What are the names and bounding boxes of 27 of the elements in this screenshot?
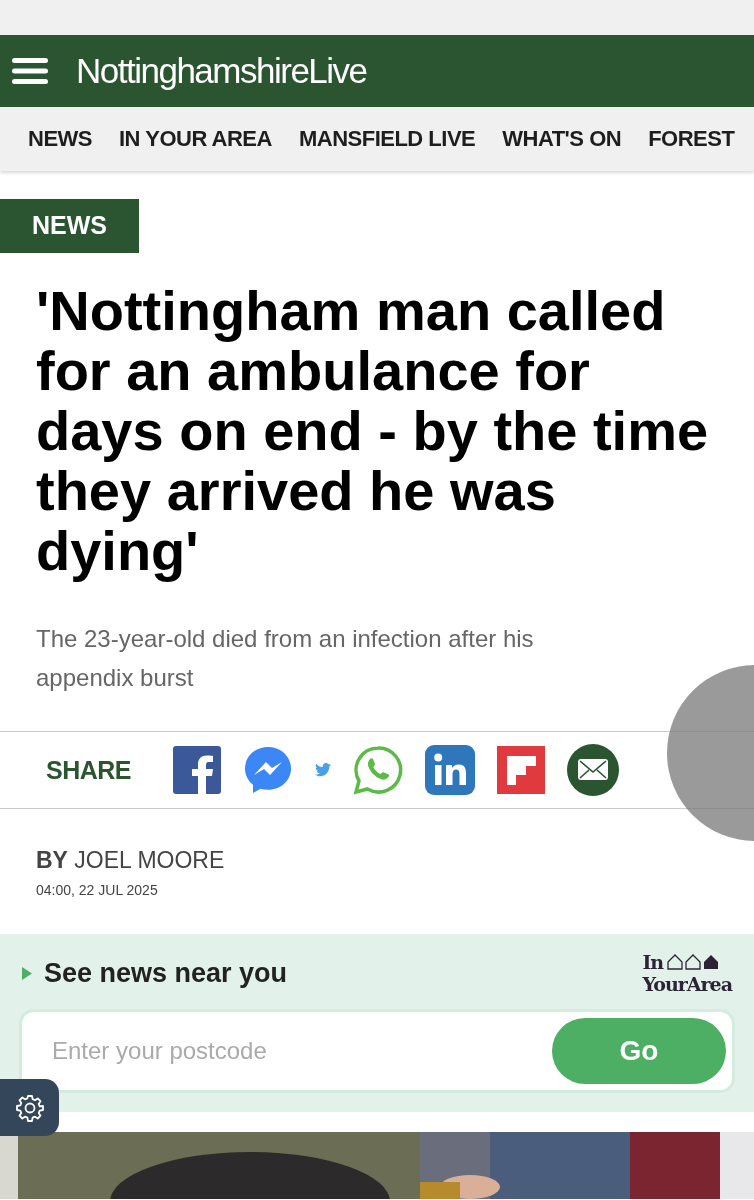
headline: 'Nottingham man called for an ambulance for days on end - by the time they arrived he was dying': [36, 281, 710, 581]
settings-button[interactable]: [0, 1079, 59, 1136]
share-label: SHARE: [46, 755, 131, 785]
houses-icon: [667, 954, 720, 970]
nav-link[interactable]: MANSFIELD LIVE: [298, 126, 476, 152]
whatsapp-icon[interactable]: [353, 745, 403, 795]
author-byline: BY JOEL MOORE: [36, 847, 226, 874]
logo-text: In: [642, 951, 664, 973]
panel-title: See news near you: [44, 957, 289, 989]
settings-icon: [15, 1093, 44, 1122]
section-tag[interactable]: NEWS: [0, 199, 139, 253]
linkedin-icon[interactable]: [425, 745, 475, 795]
logo-text: YourArea: [642, 973, 732, 995]
bird-icon[interactable]: [315, 763, 331, 777]
nav-link[interactable]: WHAT'S ON: [502, 126, 622, 152]
nav-link[interactable]: FOREST: [648, 126, 735, 152]
triangle-icon: [22, 966, 32, 980]
nav-link[interactable]: NEWS: [28, 126, 92, 152]
site-logo[interactable]: NottinghamshireLive: [76, 51, 367, 91]
email-icon[interactable]: [567, 744, 619, 796]
menu-icon[interactable]: [12, 58, 48, 84]
messenger-icon[interactable]: [243, 745, 293, 795]
publish-date: 04:00, 22 JUL 2025: [36, 882, 159, 898]
flipboard-icon[interactable]: [497, 746, 545, 794]
nav-link[interactable]: IN YOUR AREA: [119, 126, 272, 152]
standfirst: The 23-year-old died from an infection after his appendix burst: [36, 624, 535, 693]
facebook-icon[interactable]: [173, 746, 221, 794]
